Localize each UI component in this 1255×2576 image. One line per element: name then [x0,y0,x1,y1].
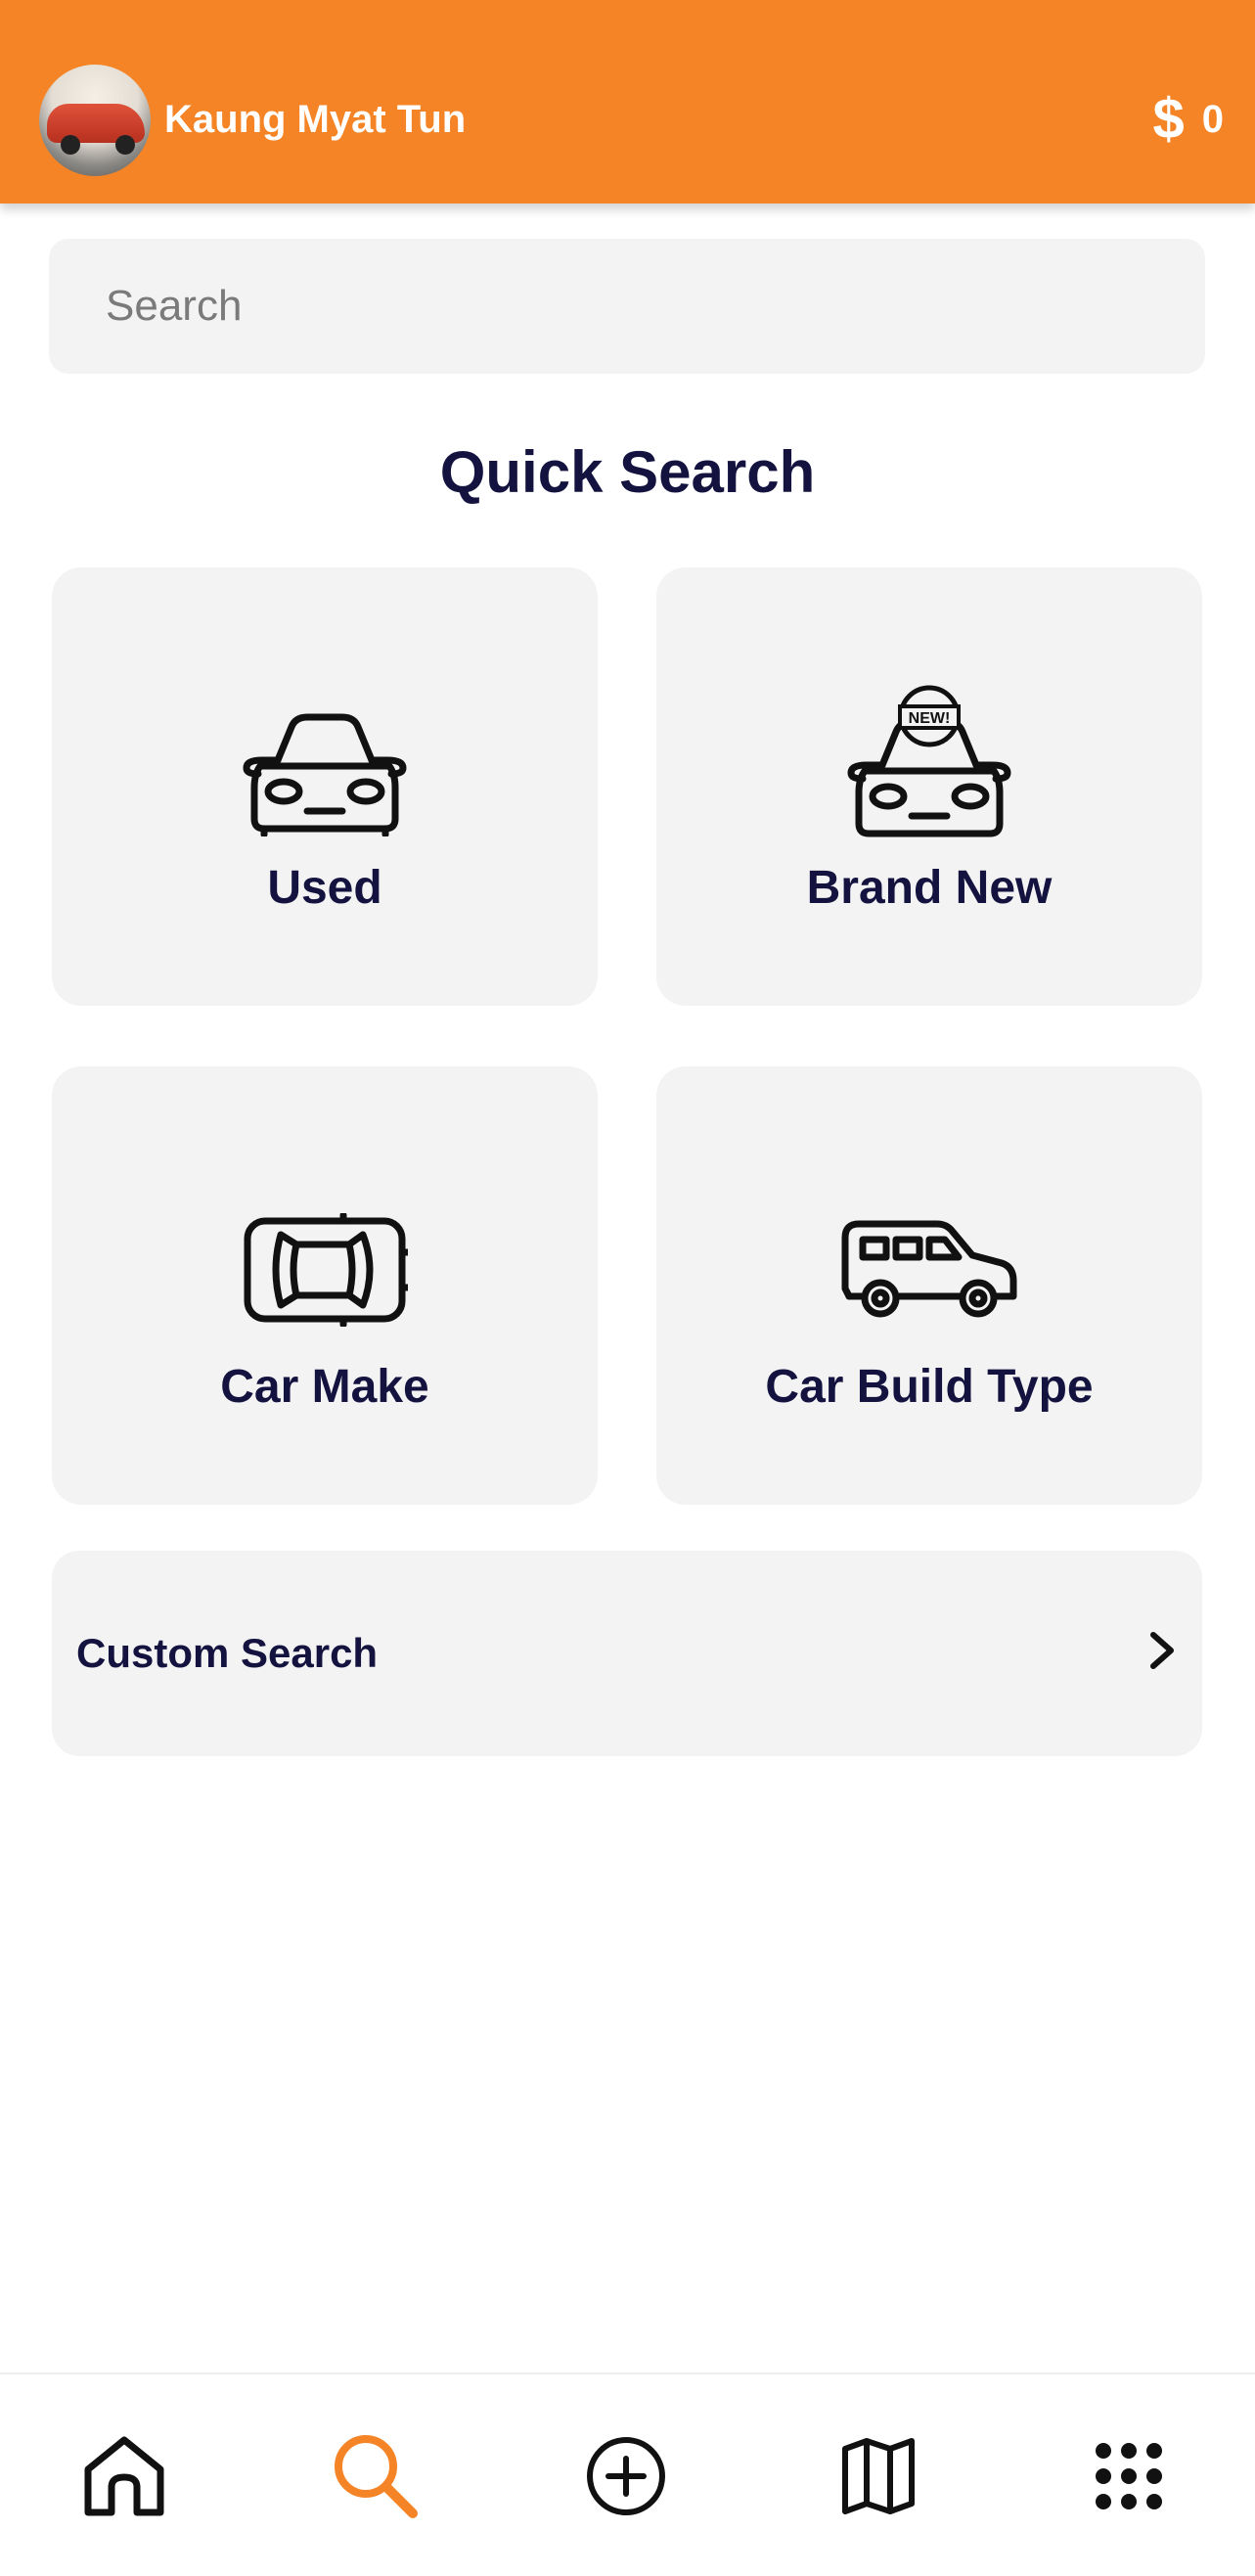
nav-more[interactable] [1066,2414,1191,2539]
wallet-balance[interactable]: $ 0 [1152,90,1224,149]
avatar-wheel [61,135,80,155]
quick-search-card-car-build-type[interactable]: Car Build Type [656,1066,1202,1505]
nav-add[interactable] [563,2414,689,2539]
new-car-icon: NEW! [847,685,1011,837]
search-input[interactable] [49,239,1205,374]
chevron-right-icon [1150,1632,1174,1669]
custom-search-label: Custom Search [76,1630,379,1676]
card-label-car-build-type: Car Build Type [765,1361,1094,1413]
quick-search-card-used[interactable]: Used [52,567,598,1006]
nav-home[interactable] [62,2414,187,2539]
app-header: Kaung Myat Tun $ 0 [0,0,1255,203]
card-label-brand-new: Brand New [806,862,1053,914]
custom-search-row[interactable]: Custom Search [52,1551,1202,1756]
card-label-car-make: Car Make [220,1361,429,1413]
new-badge-text: NEW! [909,710,951,727]
card-label-used: Used [267,862,382,914]
balance-value: 0 [1201,98,1224,141]
avatar-wheel [115,135,135,155]
nav-search[interactable] [313,2414,438,2539]
avatar[interactable] [39,65,151,176]
map-icon [842,2438,915,2514]
plus-circle-icon [587,2437,665,2515]
quick-search-card-brand-new[interactable]: NEW! Brand New [656,567,1202,1006]
home-icon [84,2436,164,2516]
dollar-icon: $ [1152,87,1185,151]
suv-icon [841,1220,1017,1318]
bottom-nav [0,2373,1255,2576]
car-top-view-icon [244,1213,408,1327]
app-root: Kaung Myat Tun $ 0 Quick Search Used [0,0,1255,2576]
search-icon [335,2435,418,2518]
username: Kaung Myat Tun [164,98,467,141]
quick-search-title: Quick Search [439,439,816,505]
quick-search-card-car-make[interactable]: Car Make [52,1066,598,1505]
car-front-icon [243,713,407,836]
nav-map[interactable] [816,2414,941,2539]
grid-icon [1096,2443,1162,2509]
